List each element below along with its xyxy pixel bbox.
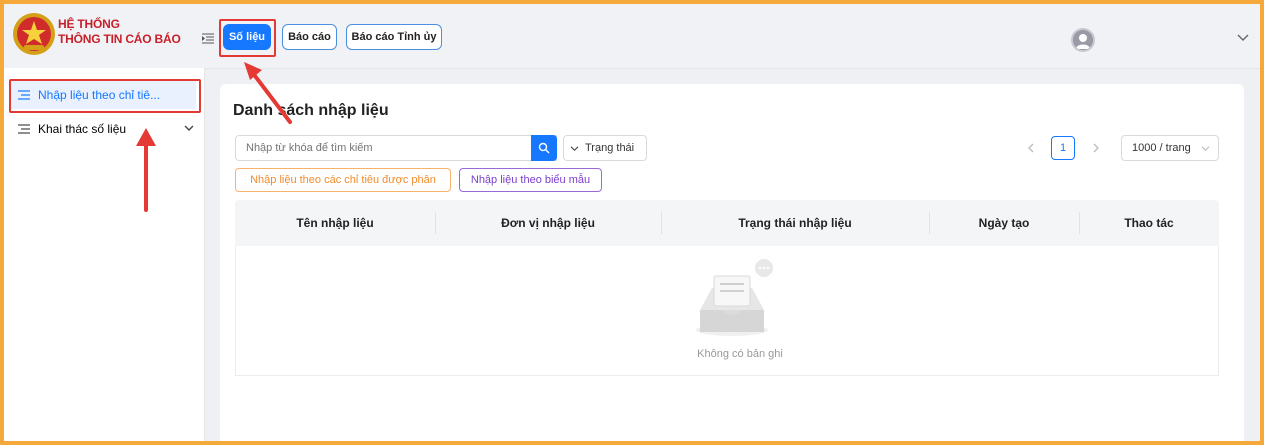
filter-pill-by-criteria[interactable]: Nhập liệu theo các chỉ tiêu được phân <box>235 168 451 192</box>
national-emblem-logo <box>13 13 55 55</box>
column-header-ngay-tao: Ngày tạo <box>978 216 1030 230</box>
page-size-select[interactable]: 1000 / trang <box>1121 135 1219 161</box>
filter-pill-by-form[interactable]: Nhập liệu theo biểu mẫu <box>459 168 602 192</box>
empty-inbox-icon <box>696 259 773 336</box>
annotation-arrow-sidebar <box>136 128 156 212</box>
pagination-current-page[interactable]: 1 <box>1051 136 1075 160</box>
sidebar-item-label: Khai thác số liệu <box>38 122 127 136</box>
chevron-down-icon <box>570 145 579 151</box>
search-icon <box>538 142 550 154</box>
page-size-label: 1000 / trang <box>1132 142 1191 154</box>
table-header: Tên nhập liệu Đơn vị nhập liệu Trạng thá… <box>235 200 1219 246</box>
chevron-right-icon[interactable] <box>1090 143 1100 153</box>
sidebar: Nhập liệu theo chỉ tiê... Khai thác số l… <box>4 68 205 441</box>
menu-fold-icon[interactable] <box>202 32 214 44</box>
column-header-don-vi: Đơn vị nhập liệu <box>501 216 595 230</box>
annotation-highlight-sidebar <box>9 79 201 113</box>
brand-line-1: HỆ THỐNG <box>58 17 120 31</box>
brand-line-2: THÔNG TIN CÁO BÁO <box>58 32 181 46</box>
search-button[interactable] <box>531 135 557 161</box>
user-avatar-icon[interactable] <box>1071 28 1095 52</box>
sidebar-item-khai-thac[interactable]: Khai thác số liệu <box>10 115 196 143</box>
column-header-ten: Tên nhập liệu <box>296 216 374 230</box>
tab-bao-cao[interactable]: Báo cáo <box>282 24 337 50</box>
annotation-arrow-tab <box>244 62 292 124</box>
list-icon <box>18 124 30 134</box>
brand-title: HỆ THỐNG THÔNG TIN CÁO BÁO <box>58 17 181 47</box>
status-filter-dropdown[interactable]: Trạng thái <box>563 135 647 161</box>
annotation-highlight-tab <box>219 19 276 57</box>
empty-state-text: Không có bản ghi <box>697 348 783 360</box>
status-filter-label: Trạng thái <box>585 142 635 154</box>
chevron-down-icon[interactable] <box>184 124 194 132</box>
chevron-down-icon[interactable] <box>1237 32 1249 42</box>
chevron-down-icon <box>1201 146 1210 152</box>
search-input[interactable] <box>235 135 557 161</box>
column-header-trang-thai: Trạng thái nhập liệu <box>738 216 852 230</box>
column-header-thao-tac: Thao tác <box>1124 216 1174 230</box>
tab-bao-cao-tinh-uy[interactable]: Báo cáo Tỉnh ủy <box>346 24 442 50</box>
chevron-left-icon[interactable] <box>1027 143 1037 153</box>
top-header: HỆ THỐNG THÔNG TIN CÁO BÁO Số liệu Báo c… <box>4 4 1260 69</box>
